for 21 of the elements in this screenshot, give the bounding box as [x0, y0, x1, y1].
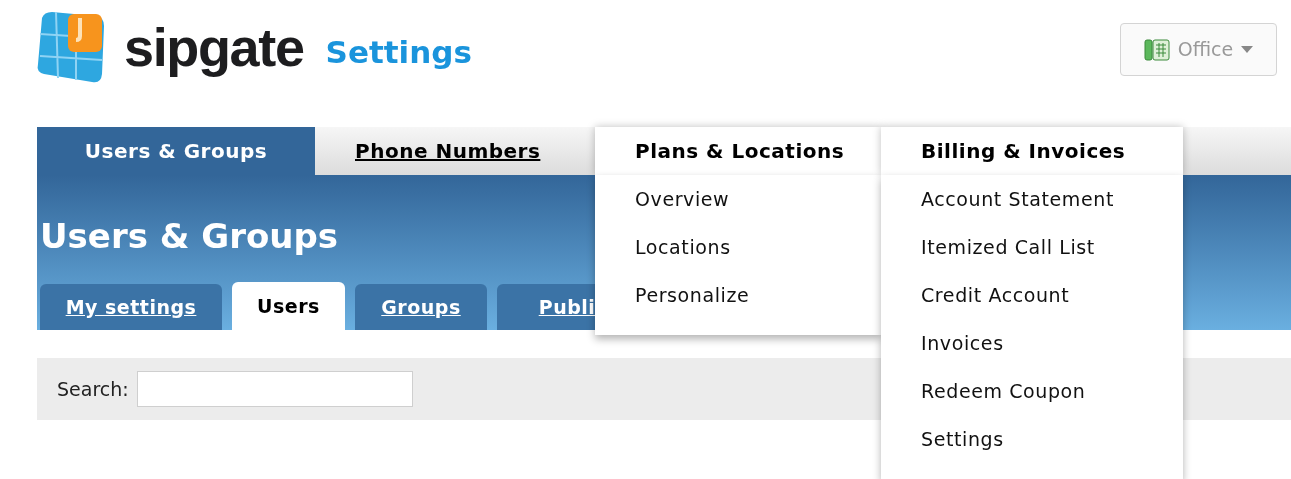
sub-tab[interactable]: My settings: [40, 284, 222, 330]
search-field[interactable]: [136, 371, 413, 407]
page-title: Users & Groups: [40, 215, 339, 258]
nav-tab[interactable]: Phone Numbers: [315, 127, 595, 175]
sub-tab[interactable]: Groups: [355, 284, 487, 330]
nav-tab[interactable]: Billing & Invoices: [881, 127, 1183, 175]
section-title: Settings: [325, 32, 472, 72]
menu-item[interactable]: Credit Account: [881, 271, 1183, 319]
nav-tab[interactable]: Plans & Locations: [595, 127, 881, 175]
phone-icon: [1143, 38, 1170, 61]
menu-item[interactable]: Redeem Coupon: [881, 367, 1183, 415]
caret-icon: [1241, 46, 1254, 53]
menu-item[interactable]: Invoices: [881, 319, 1183, 367]
search-label: Search:: [57, 376, 129, 402]
sub-tab[interactable]: Users: [232, 282, 345, 330]
menu-item[interactable]: Itemized Call List: [881, 223, 1183, 271]
menu-item[interactable]: Settings: [881, 415, 1183, 463]
menu-item[interactable]: Locations: [595, 223, 881, 271]
menu-item[interactable]: Account Statement: [881, 175, 1183, 223]
menu-item[interactable]: Overview: [595, 175, 881, 223]
nav-tab[interactable]: Users & Groups: [37, 127, 315, 175]
